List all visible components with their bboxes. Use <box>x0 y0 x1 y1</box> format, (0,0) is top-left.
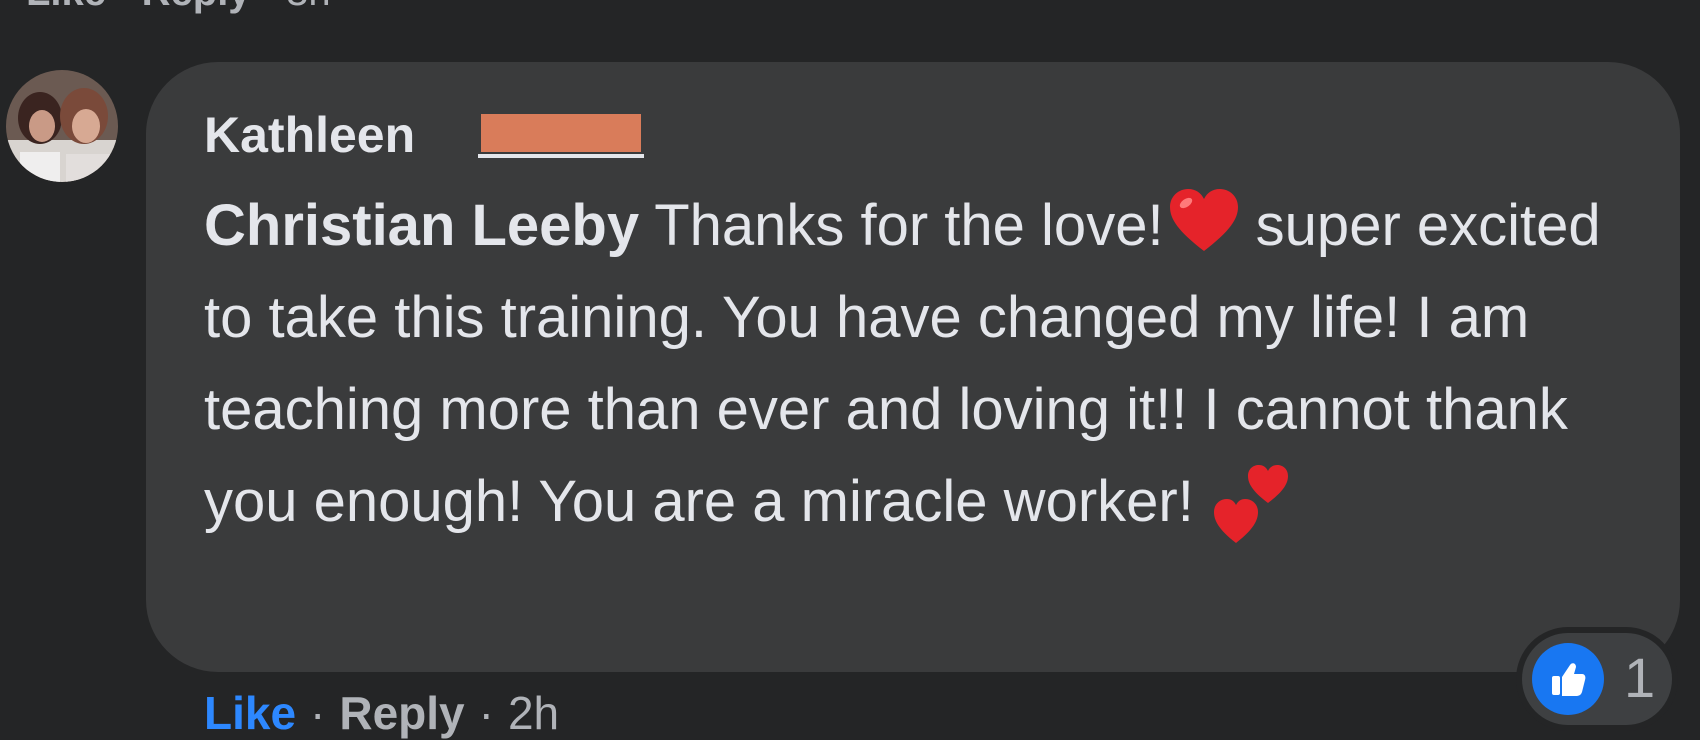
previous-reply-link[interactable]: Reply <box>142 0 251 14</box>
reply-link[interactable]: Reply <box>339 687 464 739</box>
like-reaction-icon <box>1532 643 1604 715</box>
like-link[interactable]: Like <box>204 687 296 739</box>
redaction-box <box>481 114 641 152</box>
commenter-avatar[interactable] <box>6 70 118 182</box>
comment-author-name[interactable]: Kathleen <box>204 106 415 164</box>
comment-bubble: Kathleen Christian Leeby Thanks for the … <box>146 62 1680 672</box>
reaction-summary[interactable]: 1 <box>1522 633 1672 725</box>
previous-comment-actions: Like · Reply · 3h <box>26 0 331 15</box>
separator-dot: · <box>117 0 130 14</box>
redacted-surname-remnant <box>478 154 644 158</box>
mention-link[interactable]: Christian Leeby <box>204 193 639 258</box>
separator-dot: · <box>310 687 326 739</box>
previous-comment-timestamp[interactable]: 3h <box>286 0 331 14</box>
comment-thread: Like · Reply · 3h Kathleen Christian Lee… <box>0 0 1700 740</box>
comment-actions: Like · Reply · 2h <box>204 686 559 740</box>
comment-text: Christian Leeby Thanks for the love! sup… <box>204 180 1644 548</box>
separator-dot: · <box>262 0 275 14</box>
two-hearts-emoji-icon <box>1212 463 1290 545</box>
separator-dot: · <box>478 687 494 739</box>
red-heart-emoji-icon <box>1168 187 1240 255</box>
comment-timestamp[interactable]: 2h <box>508 687 559 739</box>
reaction-count: 1 <box>1624 646 1656 709</box>
comment-text-part1: Thanks for the love! <box>639 193 1164 258</box>
previous-like-link[interactable]: Like <box>26 0 106 14</box>
avatar-photo <box>6 70 118 182</box>
